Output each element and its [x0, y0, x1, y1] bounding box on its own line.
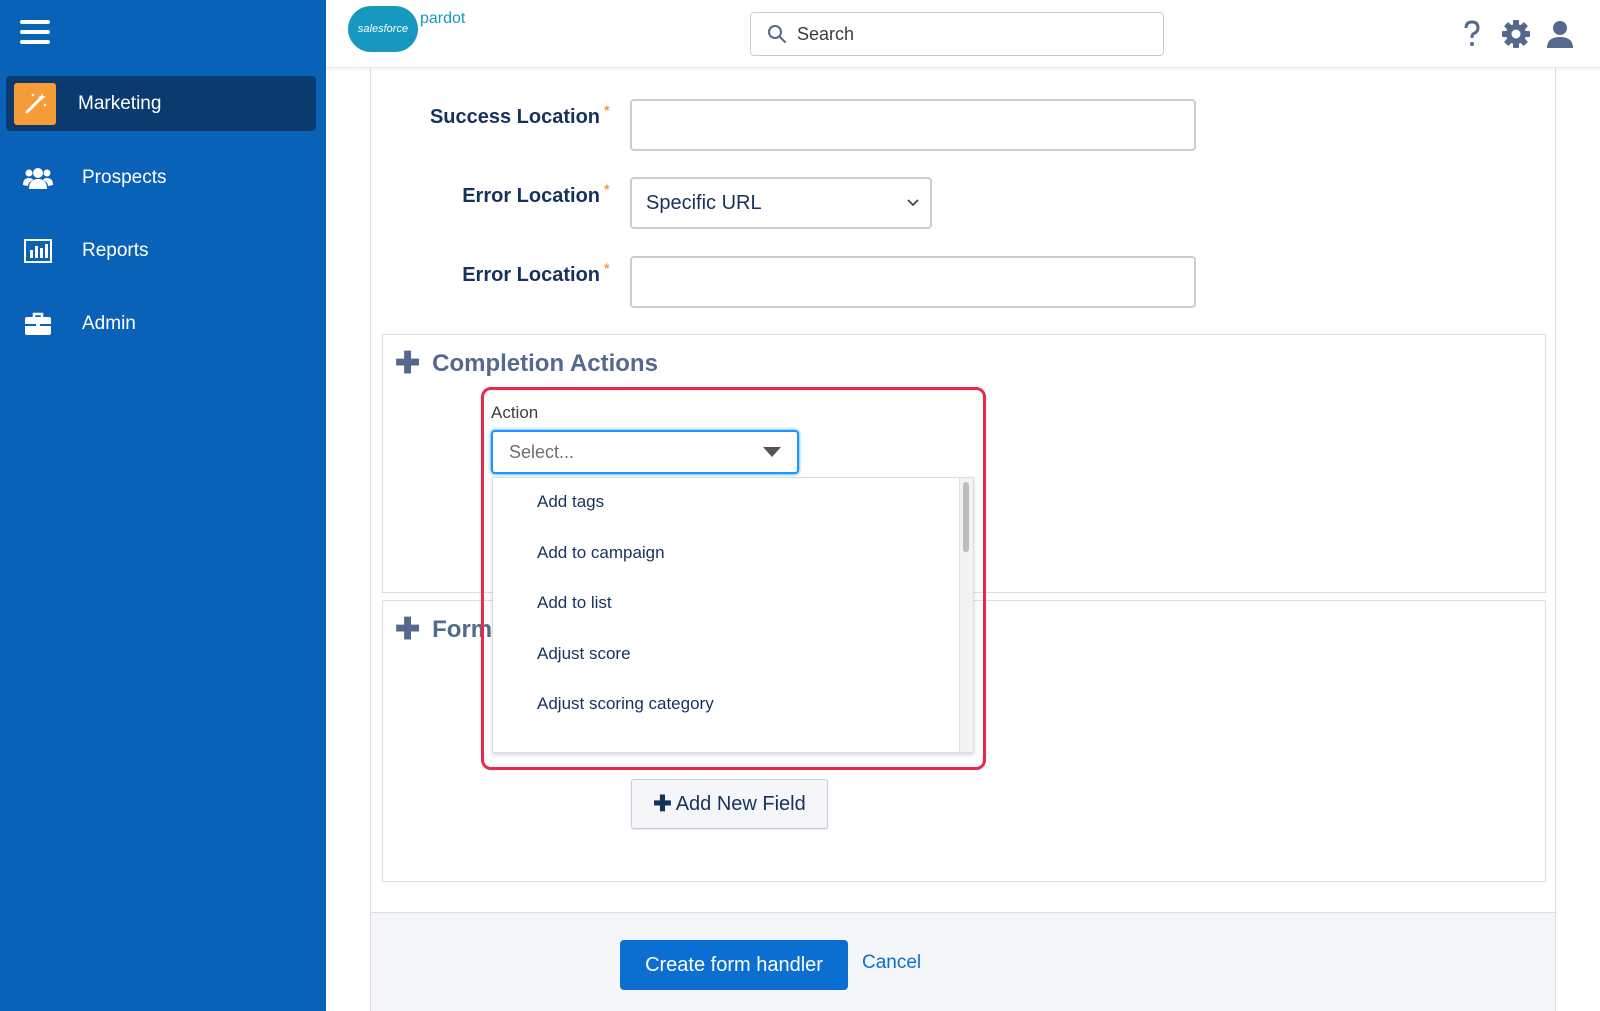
top-header: salesforce pardot [326, 0, 1600, 68]
user-avatar-icon[interactable] [1544, 18, 1576, 50]
dropdown-option[interactable]: Add to campaign [537, 543, 665, 563]
pardot-logo[interactable]: salesforce pardot [348, 6, 465, 52]
search-box[interactable] [750, 12, 1164, 56]
form-fields-header[interactable]: ✚ Form [395, 615, 492, 645]
action-dropdown-menu: Add tags Add to campaign Add to list Adj… [492, 477, 974, 753]
people-icon [16, 158, 60, 198]
add-new-field-label: Add New Field [675, 792, 806, 815]
dropdown-option[interactable]: Add tags [537, 492, 604, 512]
required-marker: * [604, 181, 610, 197]
product-name: pardot [420, 10, 466, 27]
help-icon[interactable] [1456, 18, 1488, 50]
plus-icon: ✚ [653, 791, 672, 816]
action-select[interactable]: Select... [491, 430, 799, 474]
action-label: Action [491, 403, 539, 422]
dropdown-option[interactable]: Adjust score [537, 644, 631, 664]
error-location-url-input[interactable] [630, 256, 1196, 308]
sidebar-item-admin[interactable]: Admin [6, 296, 316, 351]
sidebar-item-label: Marketing [78, 92, 162, 114]
sidebar: Marketing Prospects Reports Admin [0, 0, 326, 1011]
create-form-handler-button[interactable]: Create form handler [620, 940, 848, 990]
plus-icon: ✚ [395, 613, 421, 646]
briefcase-icon [16, 304, 60, 344]
add-new-field-button[interactable]: ✚ Add New Field [631, 779, 828, 829]
search-input[interactable] [797, 23, 1137, 45]
error-location-select[interactable]: Specific URL [630, 177, 932, 229]
dropdown-scrollbar[interactable] [959, 478, 973, 752]
error-location-select-value: Specific URL [646, 191, 762, 214]
scrollbar-thumb[interactable] [963, 482, 969, 552]
caret-down-icon [763, 447, 781, 457]
chevron-down-icon [907, 199, 919, 207]
error-location-url-label: Error Location [462, 264, 600, 286]
success-location-input[interactable] [630, 99, 1196, 151]
menu-icon[interactable] [20, 20, 50, 46]
sidebar-item-label: Prospects [82, 166, 167, 188]
section-title: Completion Actions [432, 350, 658, 377]
sidebar-item-reports[interactable]: Reports [6, 223, 316, 278]
gear-icon[interactable] [1500, 18, 1532, 50]
sidebar-item-prospects[interactable]: Prospects [6, 150, 316, 205]
sidebar-item-marketing[interactable]: Marketing [6, 76, 316, 131]
error-location-label: Error Location [462, 185, 600, 207]
form-footer [371, 912, 1555, 1011]
dropdown-option[interactable]: Adjust scoring category [537, 694, 714, 714]
success-location-label: Success Location [429, 106, 600, 128]
plus-icon: ✚ [395, 347, 421, 380]
dropdown-option[interactable]: Add to list [537, 593, 612, 613]
search-icon [768, 25, 786, 43]
cancel-link[interactable]: Cancel [862, 952, 921, 974]
required-marker: * [604, 260, 610, 276]
required-marker: * [604, 102, 610, 118]
completion-actions-header[interactable]: ✚ Completion Actions [395, 349, 658, 379]
sidebar-item-label: Reports [82, 239, 149, 261]
sidebar-item-label: Admin [82, 312, 136, 334]
salesforce-cloud-logo: salesforce [348, 6, 418, 52]
magic-wand-icon [14, 82, 56, 125]
bar-chart-icon [16, 231, 60, 271]
action-select-placeholder: Select... [509, 441, 575, 462]
